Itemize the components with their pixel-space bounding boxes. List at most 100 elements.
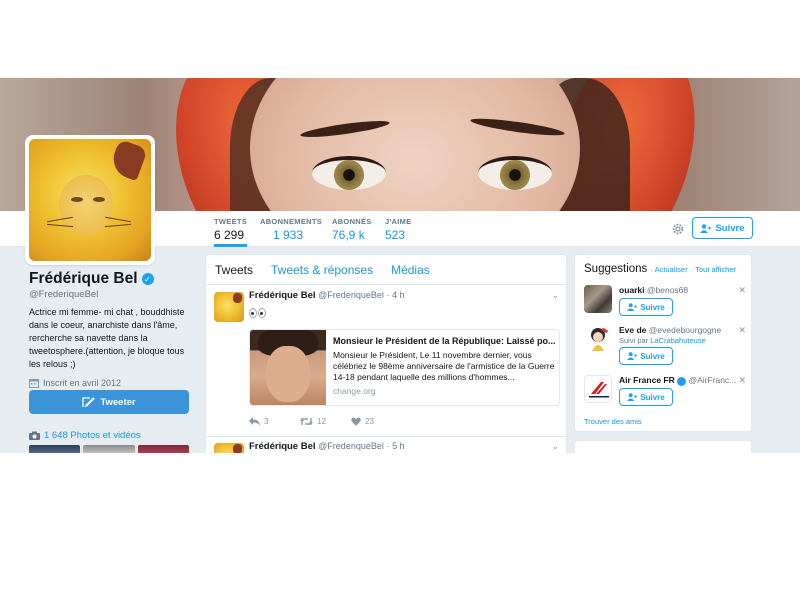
stat-followers[interactable]: ABONNÉS 76,9 k [332,217,372,242]
tweet-actions: 3 12 23 [249,417,402,426]
tab-tweets-replies[interactable]: Tweets & réponses [271,263,373,277]
tweet-author-name[interactable]: Frédérique Bel [249,290,316,301]
air-france-logo-icon [589,382,609,398]
suggestion-item: ouarki @benos68 Suivre ✕ [584,285,746,321]
tweet-button-label: Tweeter [100,396,136,408]
card-thumbnail-image [250,330,326,405]
tweet-avatar[interactable] [214,443,244,453]
stat-value: 1 933 [273,228,304,242]
suggestion-follow-button[interactable]: Suivre [619,388,673,406]
tweet-timestamp[interactable]: 4 h [392,290,405,300]
verified-badge-icon: ✓ [141,273,154,285]
follow-label: Suivre [640,392,665,402]
twitter-profile-page: TWEETS 6 299 ABONNEMENTS 1 933 ABONNÉS 7… [0,78,800,453]
reply-icon [249,417,260,426]
gear-icon[interactable] [671,222,685,236]
followed-by-prefix: Suivi par [619,336,651,345]
suggestion-name: Air France FR [619,375,675,385]
profile-name[interactable]: Frédérique Bel [29,270,138,288]
stat-label: J'AIME [385,217,412,226]
retweet-count: 12 [317,417,326,426]
link-preview-card[interactable]: Monsieur le Président de la République: … [249,329,560,406]
compose-quill-icon [82,396,96,407]
dismiss-icon[interactable]: ✕ [738,325,746,336]
photo-thumbnail[interactable] [83,445,135,453]
find-friends-link[interactable]: Trouver des amis [584,417,642,426]
add-user-icon [627,352,638,360]
follow-label: Suivre [640,351,665,361]
tweet-item[interactable]: Frédérique Bel @FrederiqueBel · 5 h ⌄ [206,437,566,453]
suggestions-title: Suggestions [584,263,648,275]
chevron-down-icon[interactable]: ⌄ [551,441,559,452]
tweet-timestamp[interactable]: 5 h [392,441,405,451]
suggestion-handle: @evedebourgogne [648,325,722,335]
stat-tweets[interactable]: TWEETS 6 299 [214,217,248,247]
stat-label: ABONNÉS [332,217,372,226]
chevron-down-icon[interactable]: ⌄ [551,290,559,301]
tweet-author-handle[interactable]: @FrederiqueBel [318,441,384,451]
suggestion-avatar[interactable] [584,285,612,313]
photos-videos-label: 1 648 Photos et vidéos [44,430,141,441]
tab-tweets[interactable]: Tweets [215,263,253,277]
reply-count: 3 [264,417,269,426]
dismiss-icon[interactable]: ✕ [738,375,746,386]
suggestion-avatar[interactable] [584,325,612,353]
like-count: 23 [365,417,374,426]
eyes-emoji-icon [249,308,266,318]
trends-module [574,440,752,453]
photo-thumbnail[interactable] [29,445,81,453]
suggestion-item: Eve de @evedebourgogne Suivi par LaCraba… [584,325,746,367]
followed-by-context: Suivi par LaCrabahuteuse [619,336,706,345]
like-action[interactable]: 23 [351,417,402,426]
tweet-author-handle[interactable]: @FrederiqueBel [318,290,384,300]
profile-handle[interactable]: @FrederiqueBel [29,289,194,300]
tweet-avatar[interactable] [214,292,244,322]
suggestion-handle: @benos68 [646,285,689,295]
profile-bio: Actrice mi femme- mi chat , bouddhiste d… [29,307,185,369]
add-user-icon [627,393,638,401]
card-title: Monsieur le Président de la République: … [333,336,555,346]
photo-thumbnail[interactable] [137,445,189,453]
photos-videos-link[interactable]: 1 648 Photos et vidéos [29,430,141,441]
who-to-follow-module: Suggestions · Actualiser · Tout afficher… [574,254,752,432]
verified-badge-icon: ✓ [677,377,687,386]
timeline-tabs: Tweets Tweets & réponses Médias [206,255,566,285]
tweet-to-button[interactable]: Tweeter [29,390,189,414]
reply-action[interactable]: 3 [249,417,300,426]
camera-icon [29,431,40,440]
followed-by-user-link[interactable]: LaCrabahuteuse [650,336,705,345]
tweet-author-name[interactable]: Frédérique Bel [249,441,316,452]
profile-avatar[interactable] [25,135,155,265]
suggestion-name: ouarki [619,285,645,295]
suggestion-name: Eve de [619,325,647,335]
retweet-action[interactable]: 12 [300,417,351,426]
show-all-link[interactable]: Tout afficher [695,265,736,274]
follow-button[interactable]: Suivre [692,217,753,239]
stat-label: ABONNEMENTS [260,217,323,226]
joined-date-text: Inscrit en avril 2012 [43,378,122,388]
timeline: Tweets Tweets & réponses Médias Frédériq… [205,254,567,453]
stat-value: 523 [385,228,406,242]
stat-following[interactable]: ABONNEMENTS 1 933 [260,217,322,242]
suggestion-avatar[interactable] [584,375,612,403]
profile-card: Frédérique Bel ✓ @FrederiqueBel Actrice … [29,270,194,388]
suggestion-follow-button[interactable]: Suivre [619,347,673,365]
add-user-icon [627,303,638,311]
follow-label: Suivre [640,302,665,312]
calendar-icon [29,379,39,388]
stat-value: 6 299 [214,228,245,242]
add-user-icon [700,223,712,233]
suggestion-handle: @AirFranc... [688,375,737,385]
suggestion-follow-button[interactable]: Suivre [619,298,673,316]
tab-media[interactable]: Médias [391,263,430,277]
refresh-link[interactable]: Actualiser [655,265,688,274]
suggestion-item: Air France FR ✓ @AirFranc... Suivre ✕ [584,375,746,411]
heart-icon [351,417,361,426]
retweet-icon [300,418,313,425]
stat-label: TWEETS [214,217,248,226]
photo-thumbnails [29,445,189,453]
tweet-item[interactable]: Frédérique Bel @FrederiqueBel · 4 h ⌄ Mo… [206,286,566,436]
stat-likes[interactable]: J'AIME 523 [385,217,412,242]
dismiss-icon[interactable]: ✕ [738,285,746,296]
cartoon-avatar-icon [591,327,609,351]
